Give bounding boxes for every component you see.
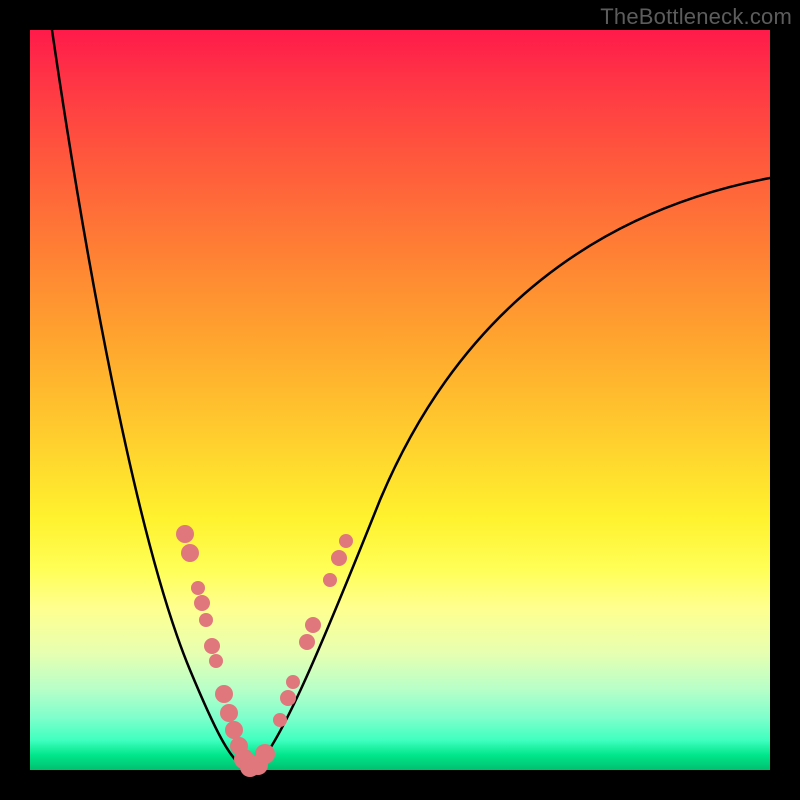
markers-group: [176, 525, 353, 777]
data-marker: [215, 685, 233, 703]
data-marker: [286, 675, 300, 689]
data-marker: [199, 613, 213, 627]
chart-frame: TheBottleneck.com: [0, 0, 800, 800]
plot-area: [30, 30, 770, 770]
curve-svg: [30, 30, 770, 770]
data-marker: [191, 581, 205, 595]
series-group: [52, 30, 770, 769]
data-marker: [339, 534, 353, 548]
data-marker: [176, 525, 194, 543]
data-marker: [280, 690, 296, 706]
data-marker: [273, 713, 287, 727]
data-marker: [299, 634, 315, 650]
watermark-text: TheBottleneck.com: [600, 4, 792, 30]
data-marker: [323, 573, 337, 587]
data-marker: [225, 721, 243, 739]
data-marker: [255, 744, 275, 764]
data-marker: [305, 617, 321, 633]
data-marker: [194, 595, 210, 611]
data-marker: [331, 550, 347, 566]
series-right-curve: [255, 178, 770, 768]
data-marker: [181, 544, 199, 562]
data-marker: [209, 654, 223, 668]
data-marker: [220, 704, 238, 722]
data-marker: [204, 638, 220, 654]
